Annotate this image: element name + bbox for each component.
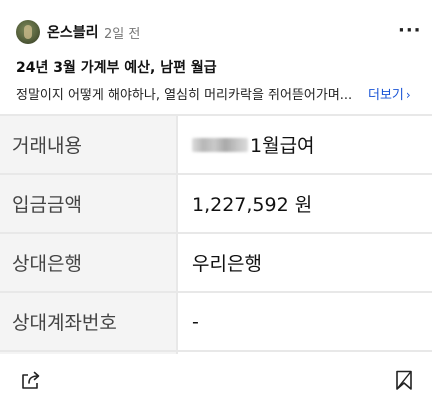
row-label: 상대은행: [0, 234, 176, 291]
row-label: 상대계좌번호: [0, 293, 176, 350]
table-row: 상대계좌번호 -: [0, 293, 432, 350]
row-value: 1,227,592 원: [178, 175, 432, 232]
table-row: 거래내용 1월급여: [0, 116, 432, 173]
post-footer: [0, 354, 432, 404]
row-label: 입금금액: [0, 175, 176, 232]
post-image-table[interactable]: 거래내용 1월급여 입금금액 1,227,592 원 상대은행 우리은행 상대계…: [0, 114, 432, 354]
row-value: 우리은행: [178, 234, 432, 291]
author-name[interactable]: 온스블리: [47, 22, 99, 42]
redacted-blur: [192, 137, 248, 152]
bookmark-icon[interactable]: [393, 369, 415, 391]
chevron-right-icon: ›: [405, 88, 411, 102]
see-more-label: 더보기: [368, 88, 404, 103]
see-more-link[interactable]: 더보기 ›: [368, 84, 411, 103]
post-title[interactable]: 24년 3월 가계부 예산, 남편 월급: [16, 57, 217, 77]
author-avatar[interactable]: [16, 20, 40, 44]
share-icon[interactable]: [19, 369, 41, 391]
table-row: 입금금액 1,227,592 원: [0, 175, 432, 232]
row-value: 1월급여: [178, 116, 432, 173]
table-row: 상대은행 우리은행: [0, 234, 432, 291]
more-options-icon[interactable]: ···: [398, 22, 422, 40]
post-header: 온스블리 2일 전 ···: [0, 0, 432, 52]
post-preview[interactable]: 정말이지 어떻게 해야하나, 열심히 머리카락을 쥐어뜯어가며...: [16, 84, 352, 103]
row-value: -: [178, 293, 432, 350]
post-time: 2일 전: [104, 27, 141, 42]
row-label: 거래내용: [0, 116, 176, 173]
row-value-text: 1월급여: [250, 135, 315, 157]
